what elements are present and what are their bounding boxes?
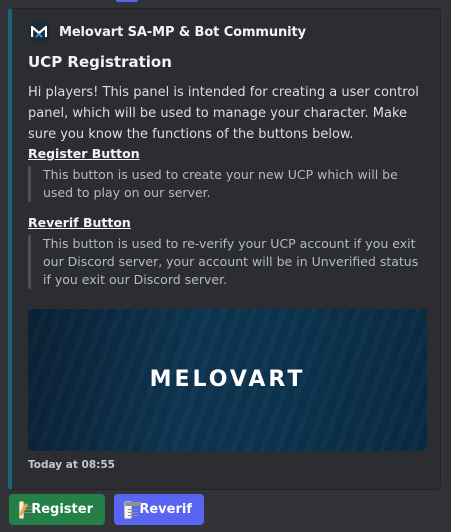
banner-logo-text: MELOVART: [149, 367, 306, 392]
embed-timestamp: Today at 08:55: [28, 459, 115, 471]
reverif-button-label: Reverif: [139, 502, 192, 517]
embed-title: UCP Registration: [28, 53, 172, 71]
register-button[interactable]: Register: [9, 494, 105, 525]
memo-icon: [19, 500, 33, 519]
melovart-logo-icon: [28, 21, 50, 43]
author-name[interactable]: Melovart SA-MP & Bot Community: [59, 25, 306, 40]
field-value-reverif: This button is used to re-verify your UC…: [28, 235, 423, 289]
embed-author: Melovart SA-MP & Bot Community: [28, 21, 306, 43]
melovart-logo-glyph: [31, 26, 47, 38]
embed-card: Melovart SA-MP & Bot Community UCP Regis…: [8, 8, 441, 490]
field-value-register: This button is used to create your new U…: [28, 166, 423, 202]
reverif-button[interactable]: Reverif: [114, 494, 204, 525]
embed-description: Hi players! This panel is intended for c…: [28, 85, 419, 142]
register-button-label: Register: [31, 502, 93, 517]
previous-button-edge: [116, 0, 138, 2]
field-name-reverif: Reverif Button: [28, 215, 131, 230]
calendar-icon: [124, 500, 142, 519]
field-name-register: Register Button: [28, 146, 140, 161]
embed-banner-image[interactable]: MELOVART: [28, 309, 427, 451]
